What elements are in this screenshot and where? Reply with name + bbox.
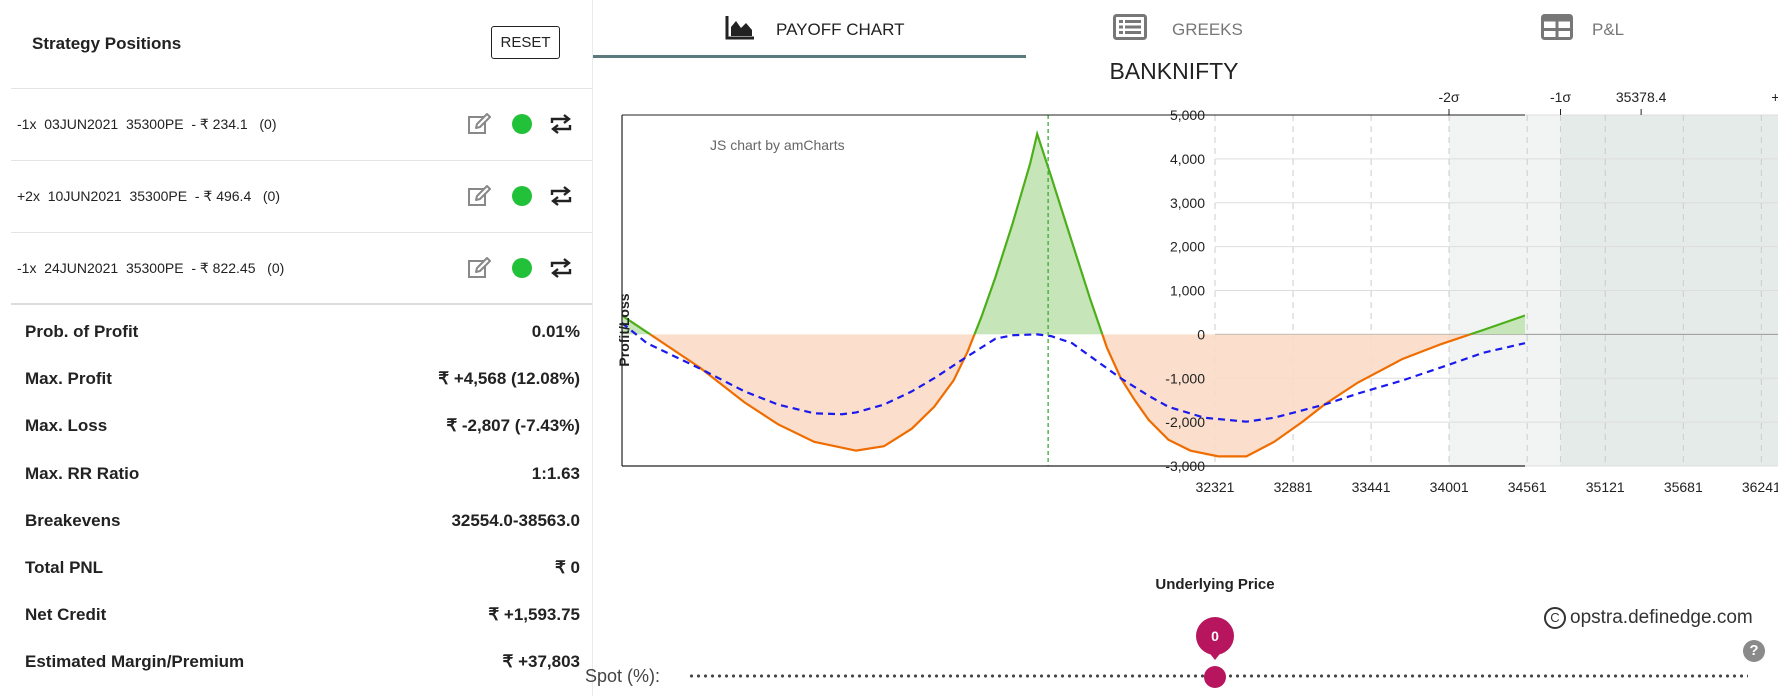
position-text: -1x 03JUN2021 35300PE - ₹ 234.1 (0) <box>17 116 277 132</box>
chart-title: BANKNIFTY <box>1109 58 1238 84</box>
tab-payoff-chart[interactable]: PAYOFF CHART <box>593 0 1026 58</box>
y-tick-label: 2,000 <box>1170 239 1205 255</box>
spot-slider-label: Spot (%): <box>585 666 661 686</box>
chart-credit: JS chart by amCharts <box>710 137 845 153</box>
spot-label: 35378.4 <box>1616 89 1667 105</box>
y-tick-label: 1,000 <box>1170 283 1205 299</box>
metric-label: Max. Profit <box>25 369 112 388</box>
sigma-label: -2σ <box>1438 89 1459 105</box>
edit-icon[interactable] <box>466 183 492 209</box>
metric-row: Max. Profit ₹ +4,568 (12.08%) <box>11 352 592 399</box>
metric-value: ₹ +1,593.75 <box>488 605 580 624</box>
panel-header: Strategy Positions RESET <box>11 0 592 89</box>
x-tick-label: 32881 <box>1274 479 1313 495</box>
panel-title: Strategy Positions <box>32 34 182 53</box>
metric-label: Net Credit <box>25 605 107 624</box>
metric-value: 32554.0-38563.0 <box>451 511 580 530</box>
tab-label: PAYOFF CHART <box>776 20 905 39</box>
watermark: Copstra.definedge.com <box>1544 607 1753 629</box>
metric-value: ₹ +4,568 (12.08%) <box>438 369 580 388</box>
y-axis-label: Profit/Loss <box>616 293 632 366</box>
metric-row: Total PNL ₹ 0 <box>11 541 592 588</box>
list-icon <box>1113 14 1147 45</box>
position-row: -1x 24JUN2021 35300PE - ₹ 822.45 (0) <box>11 233 592 305</box>
x-tick-label: 35681 <box>1664 479 1703 495</box>
x-tick-label: 32321 <box>1196 479 1235 495</box>
metric-label: Max. Loss <box>25 416 108 435</box>
edit-icon[interactable] <box>466 255 492 281</box>
x-tick-label: 35121 <box>1586 479 1625 495</box>
status-dot <box>512 114 532 134</box>
payoff-chart: BANKNIFTY -3,000-2,000-1,00001,0002,0003… <box>616 58 1778 593</box>
metric-row: Max. RR Ratio 1:1.63 <box>11 447 592 494</box>
view-tabs: PAYOFF CHART GREEKS P&L <box>593 0 1778 58</box>
y-tick-label: -1,000 <box>1165 370 1205 386</box>
y-tick-label: 3,000 <box>1170 195 1205 211</box>
x-tick-label: 36241 <box>1742 479 1778 495</box>
tab-label: GREEKS <box>1172 20 1243 39</box>
slider-value-bubble: 0 <box>1196 617 1234 655</box>
position-row: -1x 03JUN2021 35300PE - ₹ 234.1 (0) <box>11 89 592 161</box>
metric-label: Estimated Margin/Premium <box>25 652 245 671</box>
edit-icon[interactable] <box>466 111 492 137</box>
position-row: +2x 10JUN2021 35300PE - ₹ 496.4 (0) <box>11 161 592 233</box>
help-icon[interactable]: ? <box>1743 640 1765 662</box>
x-tick-label: 34561 <box>1508 479 1547 495</box>
sigma-label: -1σ <box>1550 89 1571 105</box>
swap-icon[interactable] <box>548 183 574 209</box>
metric-label: Breakevens <box>25 511 121 530</box>
metric-row: Net Credit ₹ +1,593.75 <box>11 588 592 635</box>
spot-slider-handle[interactable] <box>1204 666 1226 688</box>
status-dot <box>512 186 532 206</box>
sigma-label: +1σ <box>1771 89 1778 105</box>
metric-row: Max. Loss ₹ -2,807 (-7.43%) <box>11 399 592 446</box>
tab-greeks[interactable]: GREEKS <box>1026 0 1406 58</box>
metric-label: Prob. of Profit <box>25 322 139 341</box>
strategy-panel: Strategy Positions RESET -1x 03JUN2021 3… <box>11 0 592 696</box>
x-tick-label: 33441 <box>1352 479 1391 495</box>
status-dot <box>512 258 532 278</box>
y-tick-label: 0 <box>1197 326 1205 342</box>
area-chart-icon <box>725 14 755 45</box>
reset-button[interactable]: RESET <box>491 26 560 59</box>
watermark-text: opstra.definedge.com <box>1570 607 1753 628</box>
metric-value: 1:1.63 <box>531 464 580 483</box>
metric-row: Breakevens 32554.0-38563.0 <box>11 494 592 541</box>
y-tick-label: 4,000 <box>1170 151 1205 167</box>
tab-pnl[interactable]: P&L <box>1406 0 1778 58</box>
swap-icon[interactable] <box>548 255 574 281</box>
metric-row: Estimated Margin/Premium ₹ +37,803 <box>11 635 592 682</box>
x-tick-label: 34001 <box>1430 479 1469 495</box>
metric-label: Total PNL <box>25 558 104 577</box>
x-axis-label: Underlying Price <box>1155 576 1274 593</box>
y-tick-label: -2,000 <box>1165 414 1205 430</box>
position-text: -1x 24JUN2021 35300PE - ₹ 822.45 (0) <box>17 260 285 276</box>
swap-icon[interactable] <box>548 111 574 137</box>
tab-label: P&L <box>1592 20 1625 39</box>
metrics-table: Prob. of Profit 0.01% Max. Profit ₹ +4,5… <box>11 303 592 698</box>
metric-label: Max. RR Ratio <box>25 464 140 483</box>
copyright-icon: C <box>1544 607 1566 629</box>
metric-value: ₹ 0 <box>555 558 580 577</box>
table-icon <box>1541 14 1573 45</box>
metric-row: Prob. of Profit 0.01% <box>11 305 592 352</box>
metric-value: 0.01% <box>531 322 580 341</box>
metric-value: ₹ -2,807 (-7.43%) <box>446 416 580 435</box>
position-text: +2x 10JUN2021 35300PE - ₹ 496.4 (0) <box>17 188 281 204</box>
metric-value: ₹ +37,803 <box>502 652 580 671</box>
